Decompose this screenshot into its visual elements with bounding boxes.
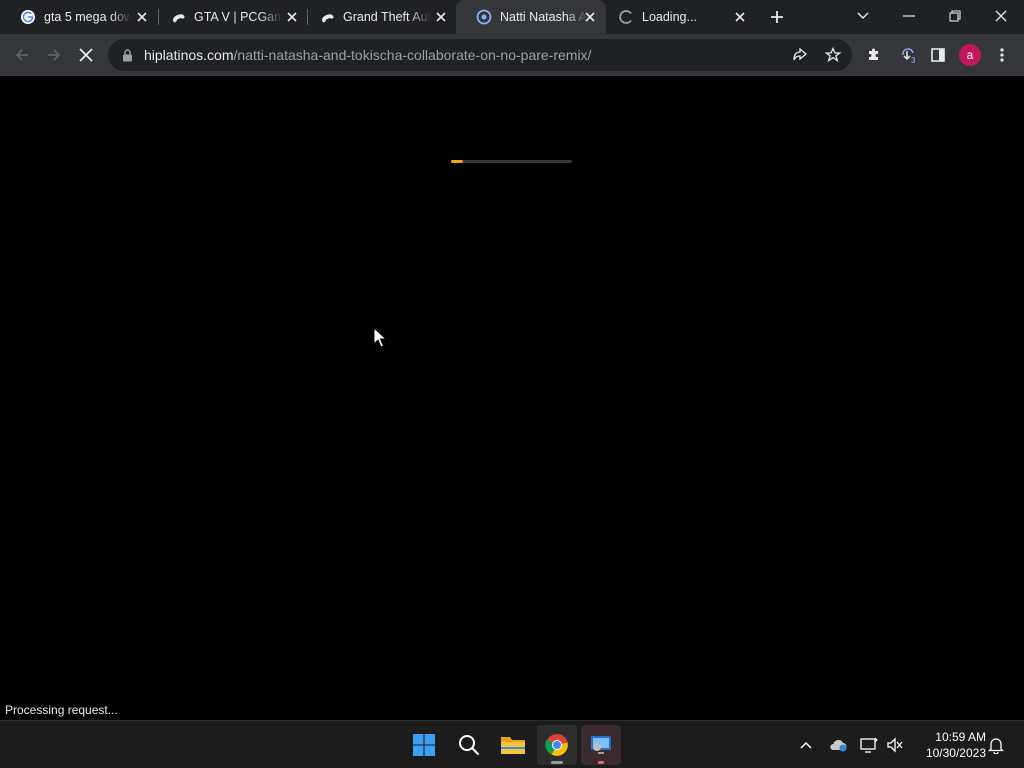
network-icon bbox=[860, 737, 878, 753]
site-icon bbox=[476, 9, 492, 25]
spinner-icon bbox=[618, 9, 634, 25]
clock-date: 10/30/2023 bbox=[925, 746, 986, 760]
tab-title: gta 5 mega download bbox=[44, 10, 132, 24]
onedrive-tray-button[interactable] bbox=[828, 735, 848, 755]
forward-button[interactable] bbox=[40, 41, 68, 69]
plus-icon bbox=[771, 11, 783, 23]
page-loading-bar-fill bbox=[451, 160, 464, 163]
page-loading-bar bbox=[451, 160, 572, 163]
back-button[interactable] bbox=[8, 41, 36, 69]
active-app-indicator bbox=[551, 761, 563, 764]
share-icon[interactable] bbox=[791, 45, 811, 65]
restore-button[interactable] bbox=[932, 0, 978, 32]
puzzle-icon bbox=[869, 48, 878, 60]
browser-window: gta 5 mega download GTA V | PCGamesTorre… bbox=[0, 0, 1024, 720]
bell-icon bbox=[988, 738, 1004, 754]
tab-title: GTA V | PCGamesTorrents bbox=[194, 10, 282, 24]
profile-avatar[interactable]: a bbox=[959, 44, 981, 66]
bookmark-star-icon[interactable] bbox=[823, 45, 843, 65]
close-icon bbox=[995, 10, 1007, 22]
close-tab-icon[interactable] bbox=[284, 9, 300, 25]
minimize-icon bbox=[903, 15, 915, 17]
url-text: hiplatinos.com/natti-natasha-and-tokisch… bbox=[144, 47, 591, 63]
google-icon bbox=[20, 9, 36, 25]
windows-start-button[interactable] bbox=[404, 725, 444, 765]
windows-taskbar: 10:59 AM 10/30/2023 bbox=[0, 720, 1024, 768]
close-tab-icon[interactable] bbox=[134, 9, 150, 25]
url-host: hiplatinos.com bbox=[144, 47, 234, 63]
close-tab-icon[interactable] bbox=[732, 9, 748, 25]
taskbar-search-button[interactable] bbox=[449, 725, 489, 765]
page-viewport: Processing request... bbox=[0, 77, 1024, 720]
tab-grand-theft-auto[interactable]: Grand Theft Auto V bbox=[299, 0, 457, 34]
lock-icon[interactable] bbox=[120, 48, 134, 62]
chrome-icon bbox=[545, 734, 568, 756]
mouse-cursor-icon bbox=[373, 327, 387, 348]
side-panel-icon bbox=[931, 48, 945, 62]
close-icon bbox=[79, 48, 93, 62]
volume-tray-button[interactable] bbox=[885, 735, 905, 755]
downloads-button[interactable]: 3 bbox=[894, 41, 922, 69]
file-explorer-button[interactable] bbox=[493, 725, 533, 765]
side-panel-button[interactable] bbox=[924, 41, 952, 69]
tab-strip: gta 5 mega download GTA V | PCGamesTorre… bbox=[0, 0, 1024, 34]
search-icon bbox=[459, 735, 480, 756]
tab-search-button[interactable] bbox=[840, 0, 886, 32]
minimize-button[interactable] bbox=[886, 0, 932, 32]
windows-start-icon bbox=[413, 734, 435, 756]
url-path: /natti-natasha-and-tokischa-collaborate-… bbox=[233, 47, 592, 63]
show-hidden-icons-button[interactable] bbox=[796, 735, 816, 755]
restore-icon bbox=[949, 10, 961, 22]
more-vertical-icon bbox=[1000, 48, 1004, 62]
tab-gta-v-pcgames[interactable]: GTA V | PCGamesTorrents bbox=[150, 0, 308, 34]
close-tab-icon[interactable] bbox=[582, 9, 598, 25]
arrow-left-icon bbox=[15, 49, 28, 61]
close-window-button[interactable] bbox=[978, 0, 1024, 32]
tab-title: Grand Theft Auto V bbox=[343, 10, 431, 24]
cloud-icon bbox=[830, 739, 847, 752]
notifications-button[interactable] bbox=[986, 735, 1006, 755]
network-tray-button[interactable] bbox=[859, 735, 879, 755]
remote-desktop-icon bbox=[591, 736, 611, 754]
tab-title: Natti Natasha And Tokischa bbox=[500, 10, 588, 24]
browser-toolbar: hiplatinos.com/natti-natasha-and-tokisch… bbox=[0, 34, 1024, 76]
tab-title: Loading... bbox=[642, 10, 697, 24]
app-indicator bbox=[598, 761, 604, 764]
clock-time: 10:59 AM bbox=[935, 730, 986, 744]
arrow-right-icon bbox=[48, 49, 61, 61]
gamepad-icon bbox=[319, 9, 335, 25]
chevron-up-icon bbox=[800, 741, 812, 749]
address-bar[interactable]: hiplatinos.com/natti-natasha-and-tokisch… bbox=[108, 39, 852, 71]
chrome-menu-button[interactable] bbox=[988, 41, 1016, 69]
tab-loading[interactable]: Loading... bbox=[598, 0, 756, 34]
chevron-down-icon bbox=[857, 12, 869, 19]
close-tab-icon[interactable] bbox=[433, 9, 449, 25]
file-explorer-icon bbox=[501, 737, 525, 754]
remote-desktop-button[interactable] bbox=[581, 725, 621, 765]
new-tab-button[interactable] bbox=[765, 5, 789, 29]
extensions-button[interactable] bbox=[860, 41, 888, 69]
tab-natti-natasha-active[interactable]: Natti Natasha And Tokischa bbox=[456, 0, 606, 34]
gamepad-icon bbox=[170, 9, 186, 25]
download-count-badge: 3 bbox=[911, 56, 916, 65]
speaker-muted-icon bbox=[887, 737, 903, 753]
chrome-taskbar-button[interactable] bbox=[537, 725, 577, 765]
stop-loading-button[interactable] bbox=[72, 41, 100, 69]
status-bubble: Processing request... bbox=[0, 701, 123, 720]
taskbar-clock[interactable]: 10:59 AM 10/30/2023 bbox=[912, 729, 986, 761]
tab-gta5-mega-download[interactable]: gta 5 mega download bbox=[0, 0, 158, 34]
